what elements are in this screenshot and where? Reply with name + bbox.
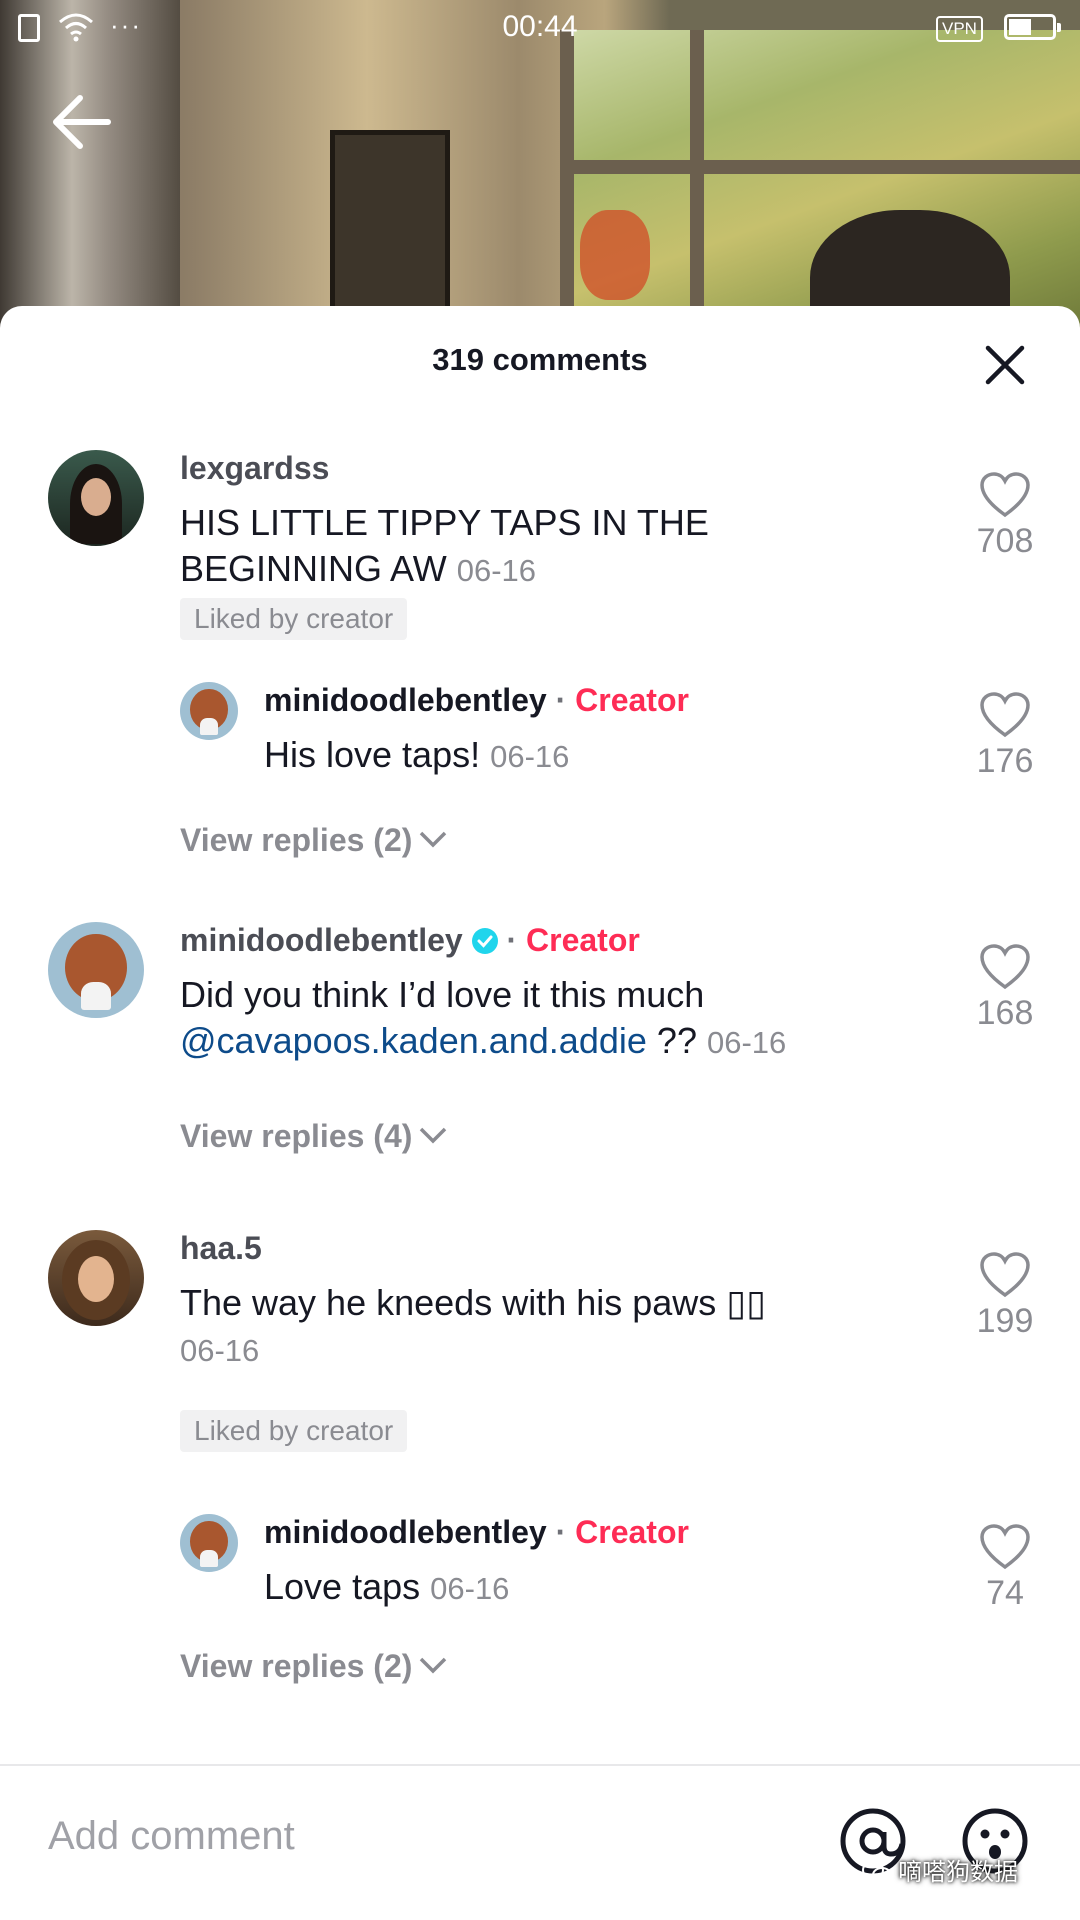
comment-username[interactable]: lexgardss (180, 450, 329, 487)
comment-date: 06-16 (490, 739, 570, 774)
avatar[interactable] (48, 1230, 144, 1326)
heart-icon (980, 944, 1030, 990)
comment-list[interactable]: lexgardss HIS LITTLE TIPPY TAPS IN THE B… (0, 418, 1080, 1764)
view-replies-button[interactable]: View replies (2) (180, 1648, 448, 1685)
chevron-down-icon (420, 1657, 447, 1674)
liked-by-creator-badge: Liked by creator (180, 598, 408, 640)
comment-date: 06-16 (706, 1025, 787, 1060)
comment-username[interactable]: haa.5 (180, 1230, 262, 1267)
comment-username[interactable]: minidoodlebentley (264, 682, 547, 718)
mention-link[interactable]: @cavapoos.kaden.and.addie (180, 1020, 647, 1061)
like-button[interactable]: 176 (960, 692, 1050, 781)
creator-tag: Creator (575, 1514, 689, 1550)
separator-dot: · (506, 922, 518, 958)
comment-input-bar: Add comment (0, 1764, 1080, 1920)
status-time: 00:44 (502, 10, 578, 43)
heart-icon (980, 692, 1030, 738)
comment-text: HIS LITTLE TIPPY TAPS IN THE BEGINNING A… (180, 500, 780, 594)
vpn-badge: VPN (936, 16, 983, 42)
separator-dot: · (555, 1514, 567, 1550)
comment-text: Did you think I’d love it this much @cav… (180, 972, 920, 1066)
liked-by-creator-badge: Liked by creator (180, 1410, 408, 1452)
video-door (330, 130, 450, 330)
comment-body: Did you think I’d love it this much (180, 974, 705, 1015)
battery-icon (1004, 14, 1061, 40)
comment-body: His love taps! (264, 734, 481, 775)
creator-tag: Creator (575, 682, 689, 718)
watermark: 嘀嗒狗数据 (862, 1852, 1018, 1887)
avatar[interactable] (48, 450, 144, 546)
heart-icon (980, 1524, 1030, 1570)
view-replies-button[interactable]: View replies (2) (180, 822, 448, 859)
like-button[interactable]: 708 (960, 472, 1050, 561)
comment-text: The way he kneeds with his paws ▯▯ 06-16 (180, 1280, 920, 1374)
watermark-text: 嘀嗒狗数据 (898, 1859, 1018, 1886)
comment-date: 06-16 (180, 1333, 260, 1368)
status-bar: ··· 00:44 VPN (0, 0, 1080, 60)
close-icon[interactable] (984, 344, 1026, 386)
comment-username[interactable]: minidoodlebentley (180, 922, 463, 958)
chevron-down-icon (420, 831, 447, 848)
back-arrow-icon[interactable] (50, 90, 114, 154)
comment-username[interactable]: minidoodlebentley (264, 1514, 547, 1550)
like-count: 74 (986, 1574, 1024, 1612)
like-count: 168 (976, 994, 1034, 1032)
chevron-down-icon (420, 1127, 447, 1144)
video-foliage (580, 210, 650, 300)
add-comment-input[interactable]: Add comment (48, 1814, 295, 1859)
comment-body: Love taps (264, 1566, 421, 1607)
wechat-icon (862, 1861, 892, 1883)
heart-icon (980, 472, 1030, 518)
comments-sheet: 319 comments lexgardss HIS LITTLE TIPPY … (0, 306, 1080, 1920)
separator-dot: · (555, 682, 567, 718)
comment-body: HIS LITTLE TIPPY TAPS IN THE BEGINNING A… (180, 502, 709, 589)
like-count: 176 (976, 742, 1034, 780)
comment-date: 06-16 (430, 1571, 510, 1606)
view-replies-label: View replies (4) (180, 1118, 413, 1154)
like-button[interactable]: 74 (960, 1524, 1050, 1613)
comment-username-line: minidoodlebentley · Creator (180, 922, 640, 959)
video-window-frame (560, 30, 574, 330)
comment-body-tail: ?? (656, 1020, 697, 1061)
video-window-frame (690, 30, 704, 330)
comment-text: His love taps! 06-16 (264, 732, 569, 780)
heart-icon (980, 1252, 1030, 1298)
reply-username-line: minidoodlebentley · Creator (264, 682, 689, 719)
like-button[interactable]: 168 (960, 944, 1050, 1033)
avatar[interactable] (48, 922, 144, 1018)
view-replies-label: View replies (2) (180, 822, 413, 858)
view-replies-button[interactable]: View replies (4) (180, 1118, 448, 1155)
like-count: 199 (976, 1302, 1034, 1340)
comment-text: Love taps 06-16 (264, 1564, 509, 1612)
comment-date: 06-16 (456, 553, 537, 588)
creator-tag: Creator (526, 922, 640, 958)
avatar[interactable] (180, 1514, 238, 1572)
view-replies-label: View replies (2) (180, 1648, 413, 1684)
avatar[interactable] (180, 682, 238, 740)
like-count: 708 (976, 522, 1034, 560)
like-button[interactable]: 199 (960, 1252, 1050, 1341)
comment-body: The way he kneeds with his paws ▯▯ (180, 1282, 766, 1323)
video-window-frame (560, 160, 1080, 174)
reply-username-line: minidoodlebentley · Creator (264, 1514, 689, 1551)
comments-count-title: 319 comments (432, 342, 648, 377)
verified-icon (471, 928, 498, 954)
